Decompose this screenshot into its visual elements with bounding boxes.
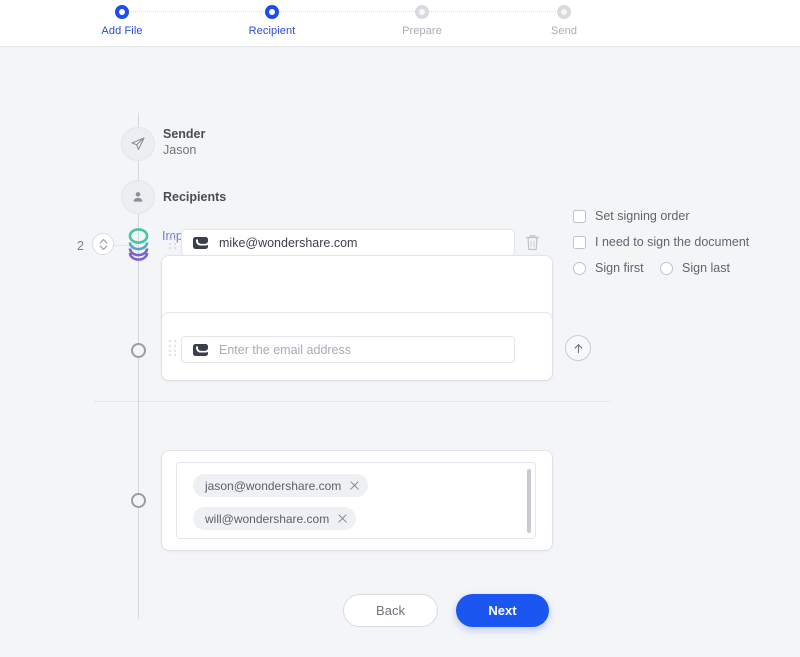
stepper-steps: Add File Recipient Prepare Send (0, 0, 800, 47)
order-spinner-control[interactable] (92, 233, 114, 255)
recipient-email-placeholder-2: Enter the email address (219, 342, 352, 357)
recipient-email-input-2[interactable]: Enter the email address (181, 336, 515, 363)
recipients-title: Recipients (163, 190, 227, 204)
sign-first-option[interactable]: Sign first (573, 261, 644, 275)
set-signing-order-label: Set signing order (595, 209, 690, 223)
step-send-label: Send (550, 25, 578, 37)
cc-chip-1[interactable]: jason@wondershare.com (193, 474, 369, 497)
person-icon (133, 192, 143, 202)
timeline-node-cc (131, 493, 146, 508)
cc-chip-1-remove-icon[interactable] (349, 480, 360, 491)
timeline-node-row-2 (131, 343, 146, 358)
sign-first-label: Sign first (595, 261, 644, 275)
step-add-file[interactable]: Add File (62, 5, 182, 37)
step-recipient[interactable]: Recipient (212, 5, 332, 37)
cc-chip-2-remove-icon[interactable] (337, 513, 348, 524)
step-add-file-label: Add File (101, 25, 143, 37)
cc-scrollbar[interactable] (527, 469, 531, 533)
recipient-layers-icon (128, 228, 149, 261)
recipient-delete-button-1[interactable] (524, 233, 542, 253)
next-button-label: Next (488, 603, 517, 618)
sender-avatar (121, 127, 155, 161)
recipient-move-up-button[interactable] (565, 335, 591, 361)
need-to-sign-checkbox[interactable] (573, 235, 586, 249)
step-recipient-dot (265, 5, 279, 19)
cc-chip-1-email: jason@wondershare.com (205, 478, 342, 493)
step-recipient-label: Recipient (248, 25, 296, 37)
need-to-sign-option[interactable]: I need to sign the document (573, 235, 749, 249)
main-canvas: Sender Jason Recipients Import CSV 2 (0, 47, 800, 657)
row-2-drag-handle[interactable] (169, 340, 177, 358)
sign-last-radio[interactable] (660, 261, 673, 275)
arrow-up-icon (574, 343, 582, 353)
back-button-label: Back (376, 603, 405, 618)
sign-last-label: Sign last (682, 261, 730, 275)
envelope-icon (193, 236, 208, 249)
sign-last-option[interactable]: Sign last (660, 261, 730, 275)
step-send-dot (557, 5, 571, 19)
chevron-updown-icon (99, 238, 107, 250)
section-separator (95, 401, 610, 402)
recipient-email-value-1: mike@wondershare.com (219, 235, 358, 250)
signing-order-number: 2 (77, 239, 84, 253)
step-prepare-label: Prepare (402, 25, 442, 37)
step-prepare-dot (415, 5, 429, 19)
progress-stepper: Add File Recipient Prepare Send (0, 0, 800, 47)
cc-chip-2[interactable]: will@wondershare.com (193, 507, 357, 530)
sender-name: Jason (163, 143, 197, 157)
step-add-file-dot (115, 5, 129, 19)
recipients-avatar (121, 180, 155, 214)
row-1-drag-handle[interactable] (169, 233, 177, 251)
step-send[interactable]: Send (504, 5, 624, 37)
trash-icon (525, 235, 540, 251)
next-button[interactable]: Next (456, 594, 549, 627)
need-to-sign-label: I need to sign the document (595, 235, 750, 249)
recipient-email-input-1[interactable]: mike@wondershare.com (181, 229, 515, 256)
app-root: Add File Recipient Prepare Send Sender J… (0, 0, 800, 657)
cc-chips-container[interactable]: jason@wondershare.com will@wondershare.c… (176, 462, 536, 539)
step-prepare[interactable]: Prepare (362, 5, 482, 37)
paper-plane-icon (131, 137, 145, 150)
set-signing-order-checkbox[interactable] (573, 209, 586, 223)
sender-title: Sender (163, 127, 206, 141)
cc-chip-2-email: will@wondershare.com (205, 511, 330, 526)
set-signing-order-option[interactable]: Set signing order (573, 209, 690, 223)
sign-first-radio[interactable] (573, 261, 586, 275)
envelope-icon (193, 343, 208, 356)
back-button[interactable]: Back (343, 594, 438, 627)
